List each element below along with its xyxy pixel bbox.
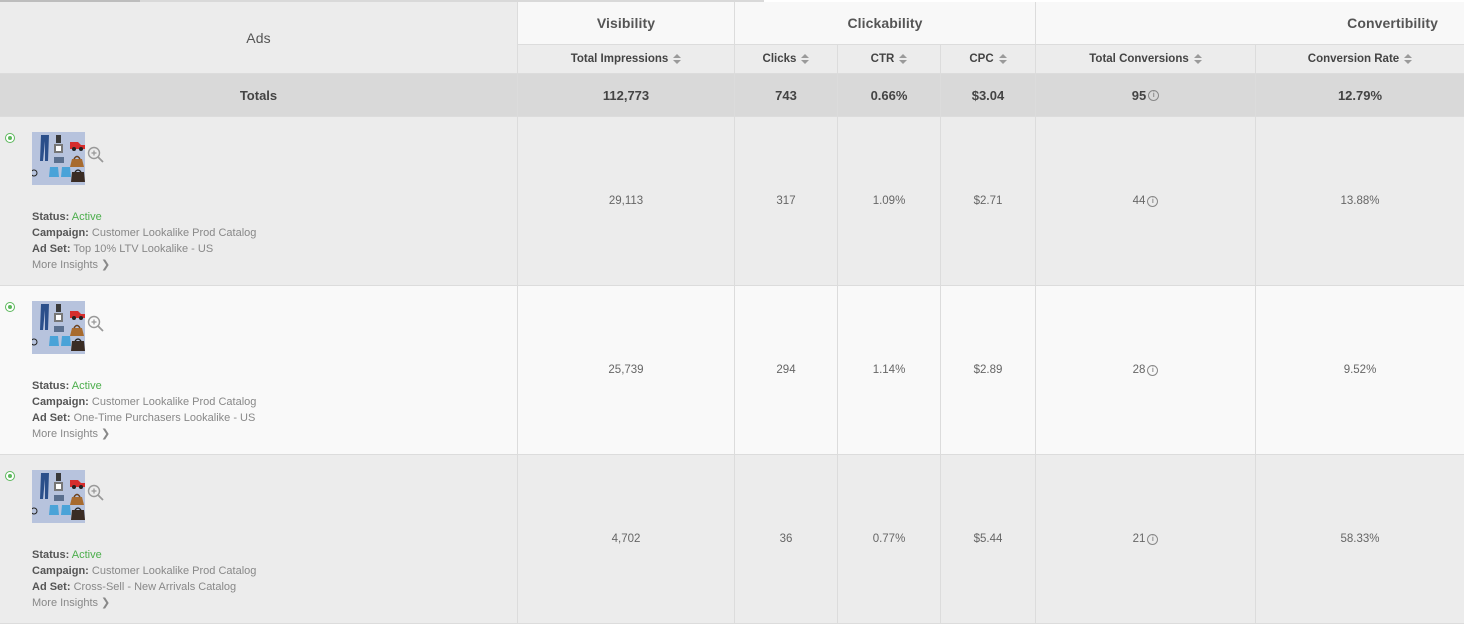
sort-icon[interactable]: [998, 54, 1007, 64]
convertibility-group-header: Convertibility: [1035, 2, 1464, 45]
sort-icon[interactable]: [801, 54, 810, 64]
impressions-cell: 29,113: [517, 117, 734, 285]
totals-impressions: 112,773: [517, 74, 734, 116]
cpc-cell: $2.71: [940, 117, 1035, 285]
ad-thumbnail[interactable]: [32, 132, 85, 185]
zoom-in-icon[interactable]: [87, 315, 105, 333]
clicks-cell: 294: [734, 286, 837, 454]
chevron-right-icon[interactable]: ❯: [101, 257, 110, 273]
ctr-cell: 0.77%: [837, 455, 940, 623]
clicks-cell: 36: [734, 455, 837, 623]
sort-icon[interactable]: [1193, 54, 1202, 64]
total-conversions-header[interactable]: Total Conversions: [1035, 45, 1255, 74]
ad-set-label: Ad Set:: [32, 243, 71, 255]
status-label: Status:: [32, 549, 70, 561]
chevron-right-icon[interactable]: ❯: [101, 595, 110, 611]
ad-set-value: Cross-Sell - New Arrivals Catalog: [73, 581, 237, 593]
campaign-label: Campaign:: [32, 565, 89, 577]
status-value: Active: [71, 380, 102, 392]
status-value: Active: [71, 211, 102, 223]
visibility-group-header: Visibility: [517, 2, 734, 45]
status-value: Active: [71, 549, 102, 561]
totals-label-cell: Totals: [239, 87, 278, 103]
totals-cpc: $3.04: [940, 74, 1035, 116]
ad-details: Status: Active Campaign: Customer Lookal…: [32, 547, 502, 611]
more-insights-link[interactable]: More Insights ❯: [32, 257, 502, 273]
ad-set-label: Ad Set:: [32, 581, 71, 593]
radio-selected-icon[interactable]: [5, 302, 15, 312]
conversion-rate-cell: 58.33%: [1255, 455, 1464, 623]
info-icon[interactable]: i: [1147, 533, 1159, 545]
radio-selected-icon[interactable]: [5, 133, 15, 143]
total-impressions-header[interactable]: Total Impressions: [517, 45, 734, 74]
ad-set-value: One-Time Purchasers Lookalike - US: [73, 412, 256, 424]
info-icon[interactable]: i: [1147, 195, 1159, 207]
ad-details: Status: Active Campaign: Customer Lookal…: [32, 378, 502, 442]
info-icon[interactable]: i: [1148, 89, 1160, 101]
ctr-cell: 1.09%: [837, 117, 940, 285]
impressions-cell: 25,739: [517, 286, 734, 454]
sort-icon[interactable]: [1404, 54, 1413, 64]
conversion-rate-header[interactable]: Conversion Rate: [1255, 45, 1464, 74]
totals-clicks: 743: [734, 74, 837, 116]
campaign-value: Customer Lookalike Prod Catalog: [91, 227, 257, 239]
ad-thumbnail[interactable]: [32, 470, 85, 523]
more-insights-link[interactable]: More Insights ❯: [32, 595, 502, 611]
status-label: Status:: [32, 380, 70, 392]
campaign-label: Campaign:: [32, 396, 89, 408]
clicks-cell: 317: [734, 117, 837, 285]
ad-set-value: Top 10% LTV Lookalike - US: [73, 243, 214, 255]
more-insights-link[interactable]: More Insights ❯: [32, 426, 502, 442]
conversions-cell: 44 i: [1035, 117, 1255, 285]
totals-conversions: 95 i: [1035, 74, 1255, 116]
ad-thumbnail[interactable]: [32, 301, 85, 354]
totals-ctr: 0.66%: [837, 74, 940, 116]
impressions-cell: 4,702: [517, 455, 734, 623]
ad-details: Status: Active Campaign: Customer Lookal…: [32, 209, 502, 273]
conversion-rate-cell: 9.52%: [1255, 286, 1464, 454]
zoom-in-icon[interactable]: [87, 484, 105, 502]
campaign-value: Customer Lookalike Prod Catalog: [91, 565, 257, 577]
sort-icon[interactable]: [673, 54, 682, 64]
campaign-label: Campaign:: [32, 227, 89, 239]
conversion-rate-cell: 13.88%: [1255, 117, 1464, 285]
conversions-cell: 21 i: [1035, 455, 1255, 623]
clickability-group-header: Clickability: [734, 2, 1035, 45]
ad-set-label: Ad Set:: [32, 412, 71, 424]
chevron-right-icon[interactable]: ❯: [101, 426, 110, 442]
cpc-header[interactable]: CPC: [940, 45, 1035, 74]
info-icon[interactable]: i: [1147, 364, 1159, 376]
ads-header: Ads: [0, 2, 517, 74]
cpc-cell: $5.44: [940, 455, 1035, 623]
clicks-header[interactable]: Clicks: [734, 45, 837, 74]
zoom-in-icon[interactable]: [87, 146, 105, 164]
ctr-header[interactable]: CTR: [837, 45, 940, 74]
campaign-value: Customer Lookalike Prod Catalog: [91, 396, 257, 408]
sort-icon[interactable]: [899, 54, 908, 64]
radio-selected-icon[interactable]: [5, 471, 15, 481]
cpc-cell: $2.89: [940, 286, 1035, 454]
conversions-cell: 28 i: [1035, 286, 1255, 454]
status-label: Status:: [32, 211, 70, 223]
ctr-cell: 1.14%: [837, 286, 940, 454]
totals-conversion-rate: 12.79%: [1255, 74, 1464, 116]
